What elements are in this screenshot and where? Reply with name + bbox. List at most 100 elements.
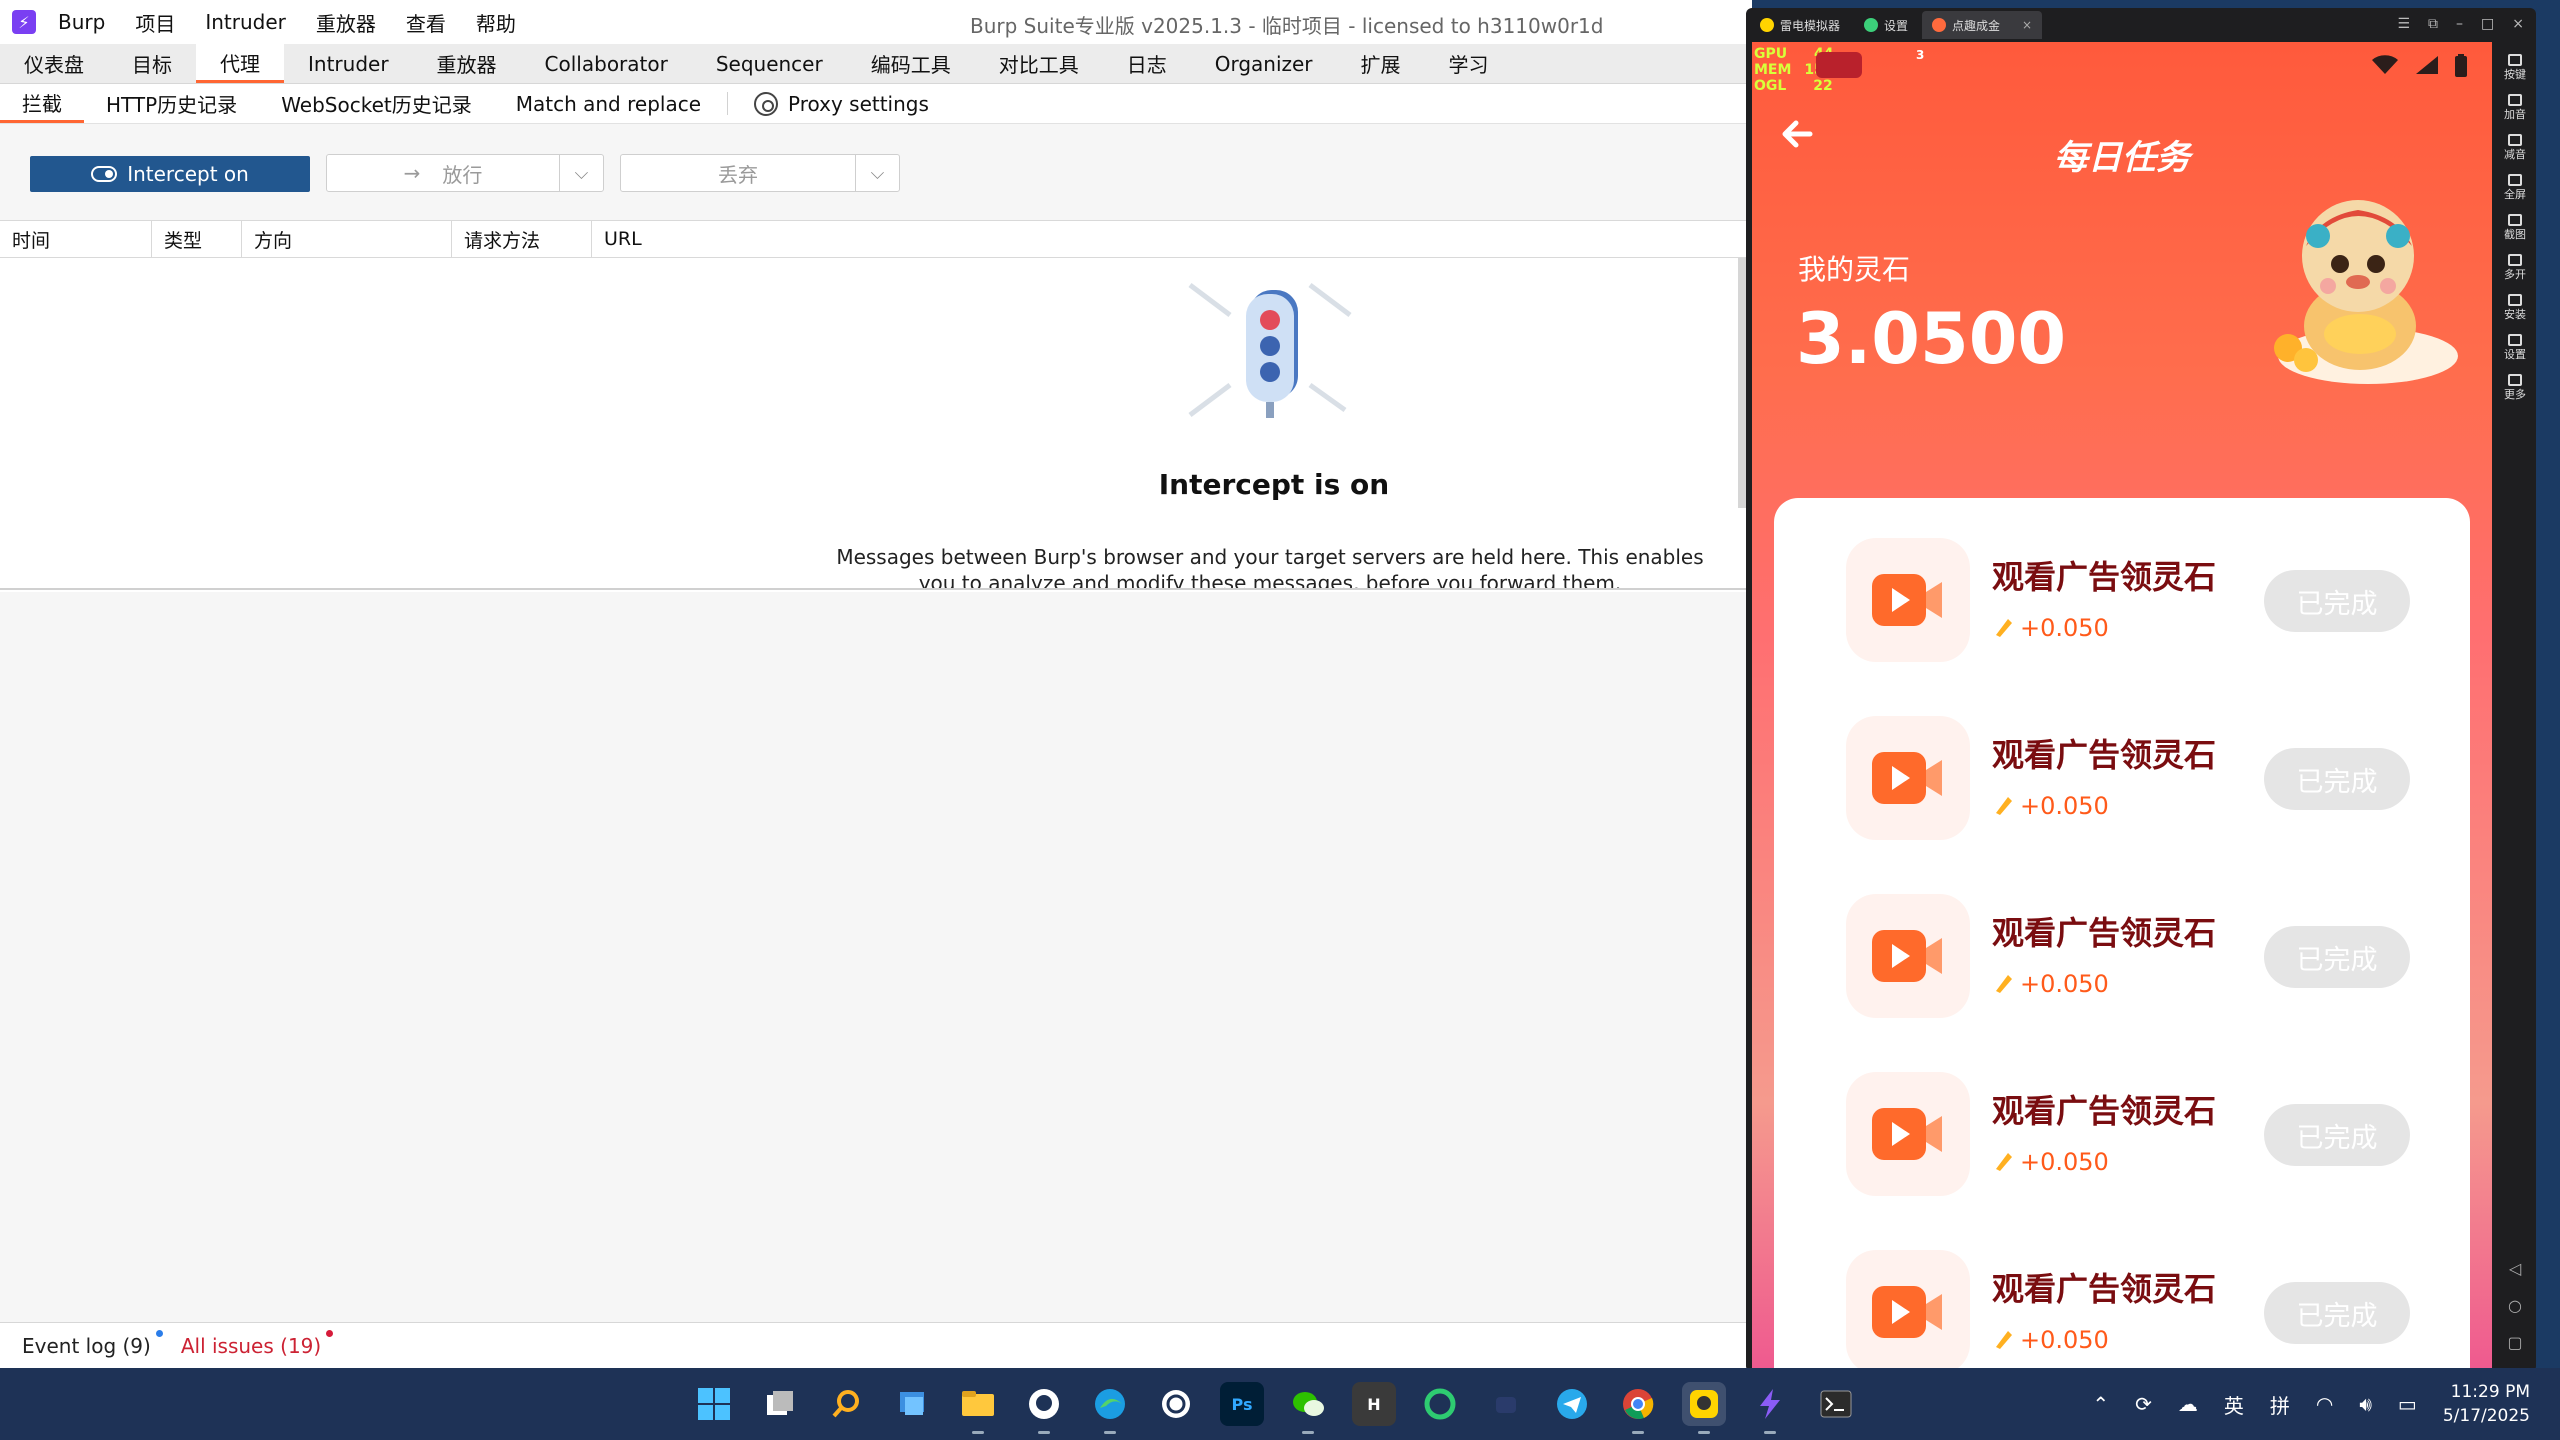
subtab-match-replace[interactable]: Match and replace <box>494 84 723 123</box>
menu-view[interactable]: 查看 <box>406 8 446 37</box>
task-reward-value: +0.050 <box>2020 614 2109 642</box>
file-explorer-icon[interactable] <box>956 1382 1000 1434</box>
sync-icon[interactable]: ⟳ <box>2135 1392 2152 1416</box>
tab-comparer[interactable]: 对比工具 <box>975 44 1103 83</box>
all-issues-dot <box>326 1329 334 1337</box>
perf-misc-label: 3 <box>1916 48 1925 62</box>
drop-dropdown-chevron-icon[interactable]: ⌵ <box>855 155 899 191</box>
sidebar-multi-button[interactable]: 多开 <box>2500 254 2530 282</box>
ime-pinyin-label[interactable]: 拼 <box>2270 1390 2290 1419</box>
menu-help[interactable]: 帮助 <box>476 8 516 37</box>
sidebar-screenshot-button[interactable]: 截图 <box>2500 214 2530 242</box>
burp-title-bar: ⚡ Burp 项目 Intruder 重放器 查看 帮助 Burp Suite专… <box>0 0 1752 44</box>
tab-extensions[interactable]: 扩展 <box>1337 44 1425 83</box>
task-status-button[interactable]: 已完成 <box>2264 570 2410 632</box>
intercept-toolbar: Intercept on → 放行 ⌵ 丢弃 ⌵ <box>0 124 1752 220</box>
tab-repeater[interactable]: 重放器 <box>413 44 521 83</box>
restore-icon[interactable]: ⧉ <box>2428 16 2438 32</box>
close-icon[interactable]: × <box>2512 16 2524 32</box>
subtab-websocket-history[interactable]: WebSocket历史记录 <box>259 84 494 123</box>
emulator-tab-bar: 雷电模拟器 设置 点趣成金 × ☰ ⧉ – □ × <box>1746 8 2536 42</box>
android-back-icon[interactable]: ◁ <box>2509 1259 2521 1278</box>
hbuilder-icon[interactable]: H <box>1352 1382 1396 1426</box>
sidebar-install-button[interactable]: 安装 <box>2500 294 2530 322</box>
volume-icon[interactable]: 🔊︎ <box>2359 1392 2372 1416</box>
tab-organizer[interactable]: Organizer <box>1191 44 1337 83</box>
column-url[interactable]: URL <box>592 221 1752 257</box>
forward-button[interactable]: → 放行 ⌵ <box>326 154 604 192</box>
maximize-icon[interactable]: □ <box>2481 16 2494 32</box>
menu-project[interactable]: 项目 <box>135 8 175 37</box>
all-issues-link[interactable]: All issues (19) <box>181 1329 334 1358</box>
task-status-button[interactable]: 已完成 <box>2264 1282 2410 1344</box>
emu-tab-ldplayer[interactable]: 雷电模拟器 <box>1750 11 1850 39</box>
drop-button[interactable]: 丢弃 ⌵ <box>620 154 900 192</box>
chrome-icon[interactable] <box>1616 1382 1660 1434</box>
menu-repeater[interactable]: 重放器 <box>316 8 376 37</box>
ime-english-label[interactable]: 英 <box>2224 1390 2244 1419</box>
chevron-up-icon[interactable]: ⌃ <box>2092 1392 2109 1416</box>
control-panel-icon[interactable] <box>890 1382 934 1426</box>
menu-icon[interactable]: ☰ <box>2397 16 2410 32</box>
subtab-http-history[interactable]: HTTP历史记录 <box>84 84 259 123</box>
tab-dashboard[interactable]: 仪表盘 <box>0 44 108 83</box>
sidebar-keys-button[interactable]: 按键 <box>2500 54 2530 82</box>
subtab-intercept[interactable]: 拦截 <box>0 84 84 123</box>
search-icon[interactable] <box>824 1382 868 1426</box>
menu-intruder[interactable]: Intruder <box>205 10 286 34</box>
close-tab-icon[interactable]: × <box>2022 18 2032 32</box>
wifi-icon[interactable]: ◠ <box>2316 1392 2333 1416</box>
emu-tab-settings[interactable]: 设置 <box>1854 11 1918 39</box>
task-reward: +0.050 <box>1992 614 2109 642</box>
coin-icon <box>1996 975 2012 993</box>
tab-target[interactable]: 目标 <box>108 44 196 83</box>
minimize-icon[interactable]: – <box>2456 16 2463 32</box>
subtab-proxy-settings[interactable]: Proxy settings <box>732 84 951 123</box>
tab-decoder[interactable]: 编码工具 <box>847 44 975 83</box>
tab-collaborator[interactable]: Collaborator <box>521 44 692 83</box>
chatgpt-icon[interactable] <box>1154 1382 1198 1426</box>
green-app-icon[interactable] <box>1418 1382 1462 1426</box>
emu-tab-app[interactable]: 点趣成金 × <box>1922 11 2043 39</box>
edge-icon[interactable] <box>1088 1382 1132 1434</box>
tab-logger[interactable]: 日志 <box>1103 44 1191 83</box>
forward-dropdown-chevron-icon[interactable]: ⌵ <box>559 155 603 191</box>
telegram-icon[interactable] <box>1550 1382 1594 1426</box>
tab-intruder[interactable]: Intruder <box>284 44 413 83</box>
windows-start-icon[interactable] <box>692 1382 736 1426</box>
clock[interactable]: 11:29 PM 5/17/2025 <box>2443 1380 2530 1428</box>
terminal-icon[interactable] <box>1814 1382 1858 1426</box>
wechat-icon[interactable] <box>1286 1382 1330 1434</box>
tab-proxy[interactable]: 代理 <box>196 44 284 83</box>
sidebar-settings-button[interactable]: 设置 <box>2500 334 2530 362</box>
android-home-icon[interactable]: ○ <box>2508 1296 2522 1315</box>
column-method[interactable]: 请求方法 <box>452 221 592 257</box>
tab-sequencer[interactable]: Sequencer <box>692 44 847 83</box>
event-log-link[interactable]: Event log (9) <box>22 1329 163 1358</box>
column-time[interactable]: 时间 <box>0 221 152 257</box>
burp-icon[interactable] <box>1748 1382 1792 1434</box>
photoshop-icon[interactable]: Ps <box>1220 1382 1264 1426</box>
task-reward-value: +0.050 <box>2020 970 2109 998</box>
task-status-button[interactable]: 已完成 <box>2264 1104 2410 1166</box>
android-recents-icon[interactable]: ▢ <box>2507 1333 2522 1352</box>
ldplayer-icon[interactable] <box>1682 1382 1726 1434</box>
tab-learn[interactable]: 学习 <box>1425 44 1513 83</box>
sidebar-more-button[interactable]: 更多 <box>2500 374 2530 402</box>
sidebar-fullscreen-button[interactable]: 全屏 <box>2500 174 2530 202</box>
column-type[interactable]: 类型 <box>152 221 242 257</box>
onedrive-icon[interactable]: ☁ <box>2178 1392 2198 1416</box>
sidebar-volume-up-button[interactable]: 加音 <box>2500 94 2530 122</box>
emu-tab-label: 设置 <box>1884 18 1909 33</box>
task-status-button[interactable]: 已完成 <box>2264 748 2410 810</box>
intercept-toggle-button[interactable]: Intercept on <box>30 156 310 192</box>
column-direction[interactable]: 方向 <box>242 221 452 257</box>
emu-tab-label: 点趣成金 <box>1952 18 2001 33</box>
task-view-icon[interactable] <box>758 1382 802 1426</box>
menu-burp[interactable]: Burp <box>58 10 105 34</box>
sidebar-volume-down-button[interactable]: 减音 <box>2500 134 2530 162</box>
cat-app-icon[interactable] <box>1484 1382 1528 1426</box>
github-icon[interactable] <box>1022 1382 1066 1434</box>
task-status-button[interactable]: 已完成 <box>2264 926 2410 988</box>
battery-icon[interactable]: ▭ <box>2398 1392 2417 1416</box>
